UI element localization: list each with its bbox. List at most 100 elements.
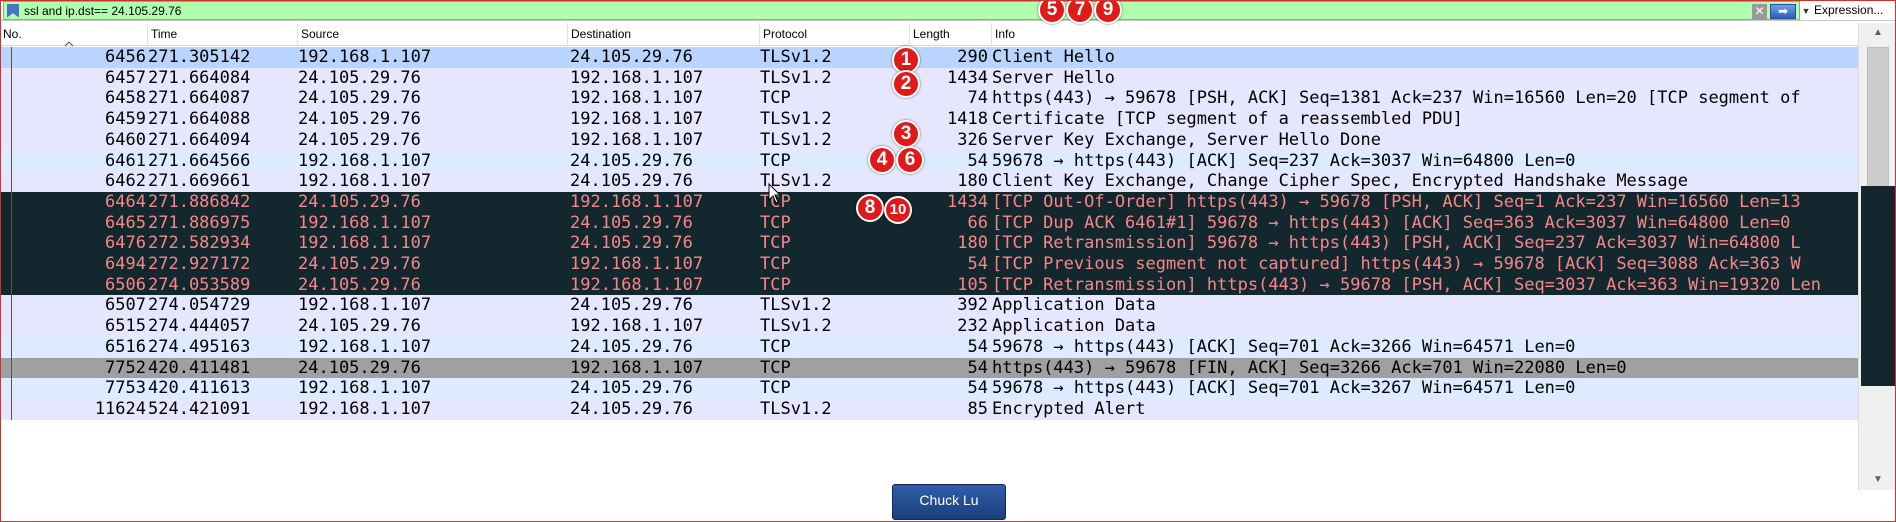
packet-cell-time: 524.421091 [148, 398, 251, 419]
packet-list: 6456 271.305142 192.168.1.107 24.105.29.76 T… [0, 47, 1858, 490]
packet-cell-protocol: TCP [760, 357, 791, 378]
packet-cell-no: 6476 [105, 233, 146, 254]
packet-cell-protocol: TLSv1.2 [760, 47, 832, 67]
packet-cell-destination: 192.168.1.107 [570, 274, 704, 295]
packet-cell-time: 271.664087 [148, 88, 251, 109]
column-header-time[interactable]: Time [148, 23, 298, 46]
packet-cell-no: 6515 [105, 316, 146, 337]
packet-cell-time: 420.411613 [148, 378, 251, 399]
packet-row[interactable]: 6507 274.054729 192.168.1.107 24.105.29.76 T… [0, 295, 1858, 317]
packet-cell-no: 6458 [105, 88, 146, 109]
display-filter-input[interactable]: ssl and ip.dst== 24.105.29.76 ✕ ➡ ▼ [3, 1, 1810, 20]
packet-cell-time: 271.669661 [148, 171, 251, 192]
packet-row[interactable]: 6456 271.305142 192.168.1.107 24.105.29.76 T… [0, 47, 1858, 68]
packet-cell-protocol: TCP [760, 233, 791, 254]
packet-cell-time: 420.411481 [148, 357, 251, 378]
packet-cell-info: Client Key Exchange, Change Cipher Spec,… [992, 171, 1688, 192]
packet-row[interactable]: 6461 271.664566 192.168.1.107 24.105.29.76 T… [0, 150, 1858, 172]
packet-cell-no: 6456 [105, 47, 146, 67]
packet-cell-time: 274.495163 [148, 336, 251, 357]
packet-cell-length: 180 [957, 233, 988, 254]
packet-row[interactable]: 6494 272.927172 24.105.29.76 192.168.1.107 T… [0, 254, 1858, 275]
packet-cell-source: 192.168.1.107 [298, 378, 432, 399]
packet-cell-length: 54 [967, 357, 988, 378]
packet-row[interactable]: 7753 420.411613 192.168.1.107 24.105.29.76 T… [0, 378, 1858, 400]
packet-cell-length: 66 [967, 212, 988, 233]
packet-cell-no: 6462 [105, 171, 146, 192]
packet-cell-destination: 24.105.29.76 [570, 47, 693, 67]
packet-cell-protocol: TCP [760, 254, 791, 274]
column-header-info[interactable]: Info [992, 23, 1858, 46]
packet-row[interactable]: 6465 271.886975 192.168.1.107 24.105.29.76 T… [0, 212, 1858, 234]
packet-cell-source: 192.168.1.107 [298, 150, 432, 171]
packet-cell-source: 24.105.29.76 [298, 357, 421, 378]
packet-cell-info: Certificate [TCP segment of a reassemble… [992, 109, 1463, 130]
packet-row[interactable]: 6457 271.664084 24.105.29.76 192.168.1.107 T… [0, 67, 1858, 89]
column-header-protocol[interactable]: Protocol [760, 23, 910, 46]
packet-cell-no: 6507 [105, 295, 146, 316]
column-header-destination[interactable]: Destination [568, 23, 760, 46]
packet-row[interactable]: 6506 274.053589 24.105.29.76 192.168.1.107 T… [0, 274, 1858, 296]
packet-cell-source: 24.105.29.76 [298, 109, 421, 130]
bookmark-icon[interactable] [7, 3, 19, 18]
packet-row[interactable]: 6462 271.669661 192.168.1.107 24.105.29.76 T… [0, 171, 1858, 193]
packet-cell-length: 54 [967, 254, 988, 274]
packet-cell-destination: 24.105.29.76 [570, 378, 693, 399]
column-header-length[interactable]: Length [910, 23, 992, 46]
packet-cell-time: 272.582934 [148, 233, 251, 254]
packet-row[interactable]: 6516 274.495163 192.168.1.107 24.105.29.76 T… [0, 336, 1858, 358]
packet-cell-no: 11624 [94, 398, 146, 419]
packet-row[interactable]: 6476 272.582934 192.168.1.107 24.105.29.76 T… [0, 233, 1858, 255]
packet-cell-source: 24.105.29.76 [298, 88, 421, 109]
packet-cell-length: 54 [967, 378, 988, 399]
packet-row[interactable]: 11624 524.421091 192.168.1.107 24.105.29.76… [0, 398, 1858, 420]
packet-cell-time: 274.444057 [148, 316, 251, 337]
author-tag: Chuck Lu [892, 484, 1006, 520]
packet-cell-info: Application Data [992, 295, 1156, 316]
packet-cell-length: 74 [967, 88, 988, 109]
packet-cell-protocol: TCP [760, 274, 791, 295]
apply-filter-button[interactable]: ➡ [1770, 4, 1796, 19]
packet-cell-no: 6464 [105, 191, 146, 212]
packet-row[interactable]: 6515 274.444057 24.105.29.76 192.168.1.107 T… [0, 316, 1858, 338]
packet-cell-length: 180 [957, 171, 988, 192]
packet-row[interactable]: 7752 420.411481 24.105.29.76 192.168.1.107 T… [0, 357, 1858, 379]
packet-row[interactable]: 6464271.88684224.105.29.76192.168.1.107T… [0, 191, 1858, 213]
packet-row[interactable]: 6459 271.664088 24.105.29.76 192.168.1.107 T… [0, 109, 1858, 131]
packet-cell-info: https(443) → 59678 [PSH, ACK] Seq=1381 A… [992, 88, 1801, 109]
scroll-down-icon[interactable]: ▼ [1870, 472, 1886, 488]
packet-cell-info: [TCP Dup ACK 6461#1] 59678 → https(443) … [992, 212, 1791, 233]
scrollbar-thumb[interactable] [1867, 47, 1889, 187]
column-header-source[interactable]: Source [298, 23, 568, 46]
packet-cell-source: 24.105.29.76 [298, 129, 421, 150]
packet-cell-destination: 192.168.1.107 [570, 129, 704, 150]
packet-cell-protocol: TLSv1.2 [760, 398, 832, 419]
packet-row[interactable]: 6458 271.664087 24.105.29.76 192.168.1.107 T… [0, 88, 1858, 110]
clear-filter-icon[interactable]: ✕ [1752, 4, 1767, 19]
packet-cell-destination: 192.168.1.107 [570, 191, 704, 212]
packet-cell-protocol: TCP [760, 336, 791, 357]
packet-row[interactable]: 6460 271.664094 24.105.29.76 192.168.1.107 T… [0, 129, 1858, 151]
packet-cell-destination: 24.105.29.76 [570, 212, 693, 233]
packet-cell-protocol: TLSv1.2 [760, 67, 832, 88]
packet-cell-time: 271.664094 [148, 129, 251, 150]
packet-cell-length: 85 [967, 398, 988, 419]
packet-list-header: No. Time Source Destination Protocol Len… [0, 23, 1858, 47]
packet-cell-no: 6494 [105, 254, 146, 274]
packet-cell-no: 7752 [105, 357, 146, 378]
packet-cell-protocol: TCP [760, 378, 791, 399]
scroll-up-icon[interactable]: ▲ [1870, 25, 1886, 41]
packet-cell-info: Application Data [992, 316, 1156, 337]
expression-button[interactable]: Expression... [1811, 1, 1893, 20]
annotation-badge: 4 [868, 146, 896, 174]
packet-list-scrollbar[interactable]: ▲ ▼ [1858, 23, 1896, 490]
packet-cell-source: 192.168.1.107 [298, 398, 432, 419]
packet-cell-source: 24.105.29.76 [298, 191, 421, 212]
column-header-no[interactable]: No. [0, 23, 148, 46]
annotation-badge: 6 [896, 146, 924, 174]
packet-cell-source: 24.105.29.76 [298, 274, 421, 295]
mouse-cursor-icon [768, 183, 782, 204]
packet-cell-source: 192.168.1.107 [298, 171, 432, 192]
packet-cell-info: 59678 → https(443) [ACK] Seq=237 Ack=303… [992, 150, 1576, 171]
display-filter-text[interactable]: ssl and ip.dst== 24.105.29.76 [24, 4, 181, 18]
